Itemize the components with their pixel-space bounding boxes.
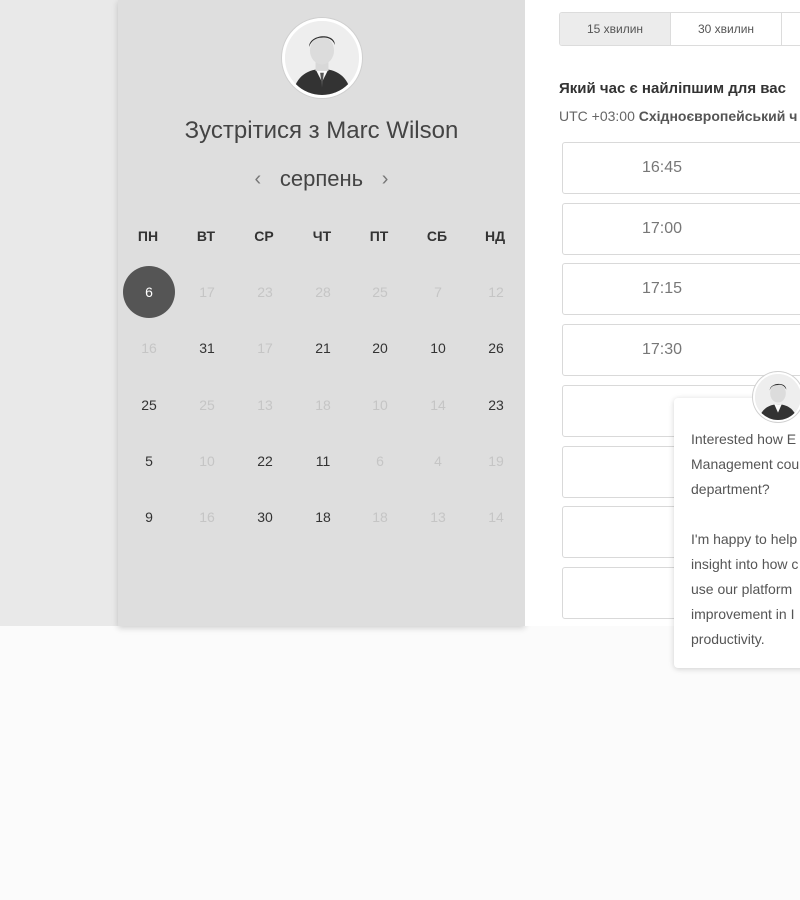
weekday-label: ЧТ	[312, 228, 332, 244]
weekday-label: ПТ	[369, 228, 389, 244]
chat-text-line: I'm happy to help	[691, 531, 798, 547]
timezone-line[interactable]: UTC +03:00 Східноєвропейський ч	[559, 108, 797, 124]
calendar-day: 18	[372, 509, 388, 525]
calendar-day: 14	[488, 509, 504, 525]
calendar-day: 28	[315, 284, 331, 300]
chat-text-line: improvement in I	[691, 606, 795, 622]
calendar-day[interactable]: 31	[181, 322, 233, 374]
tab-15-minutes[interactable]: 15 хвилин	[560, 13, 671, 45]
calendar-day: 7	[434, 284, 442, 300]
calendar-day: 13	[257, 397, 273, 413]
calendar-day: 10	[199, 453, 215, 469]
calendar-day[interactable]: 5	[123, 435, 175, 487]
calendar-day: 18	[315, 397, 331, 413]
weekday-label: СР	[254, 228, 274, 244]
calendar-day[interactable]: 11	[297, 435, 349, 487]
calendar-panel: Зустрітися з Marc Wilson ‹ серпень › ПН …	[118, 0, 525, 626]
duration-tabs: 15 хвилин 30 хвилин	[559, 12, 800, 46]
chat-text-line: department?	[691, 481, 770, 497]
time-slot-button[interactable]: 17:30	[562, 324, 800, 377]
chat-text-line: Management cou	[691, 456, 800, 472]
weekday-label: ВТ	[196, 228, 216, 244]
calendar-day[interactable]: 21	[297, 322, 349, 374]
calendar-day[interactable]: 26	[470, 322, 522, 374]
chat-message-card[interactable]: Interested how E Management cou departme…	[674, 398, 800, 668]
person-avatar-icon	[282, 18, 362, 98]
calendar-day[interactable]: 30	[239, 491, 291, 543]
time-question-heading: Який час є найліпшим для вас	[559, 80, 786, 97]
weekday-label: ПН	[137, 228, 159, 244]
calendar-day: 17	[257, 340, 273, 356]
weekday-label: НД	[484, 228, 506, 244]
chevron-right-icon[interactable]: ›	[377, 167, 393, 191]
calendar-day[interactable]: 23	[470, 379, 522, 431]
calendar-day: 4	[434, 453, 442, 469]
timezone-offset: UTC +03:00	[559, 108, 635, 124]
page-background-left	[0, 0, 118, 626]
weekday-label: СБ	[426, 228, 448, 244]
calendar-day: 13	[430, 509, 446, 525]
meeting-title: Зустрітися з Marc Wilson	[184, 117, 459, 144]
calendar-day: 10	[372, 397, 388, 413]
calendar-day: 19	[488, 453, 504, 469]
month-navigation: ‹ серпень ›	[118, 166, 525, 192]
chat-text-line: use our platform	[691, 581, 793, 597]
chat-text-line: productivity.	[691, 631, 765, 647]
chat-paragraph-gap	[691, 502, 800, 527]
chat-avatar-icon[interactable]	[753, 372, 800, 422]
calendar-day: 16	[141, 340, 157, 356]
calendar-day: 23	[257, 284, 273, 300]
calendar-day: 25	[372, 284, 388, 300]
chat-text-line: Interested how E	[691, 431, 797, 447]
timezone-name: Східноєвропейський ч	[638, 108, 798, 124]
time-slot-button[interactable]: 17:00	[562, 202, 800, 255]
calendar-day[interactable]: 25	[123, 379, 175, 431]
calendar-day-selected[interactable]: 6	[123, 266, 175, 318]
chevron-left-icon[interactable]: ‹	[250, 167, 266, 191]
calendar-day: 14	[430, 397, 446, 413]
calendar-day[interactable]: 20	[354, 322, 406, 374]
calendar-day[interactable]: 22	[239, 435, 291, 487]
calendar-day: 6	[376, 453, 384, 469]
calendar-day[interactable]: 10	[412, 322, 464, 374]
chat-text-line: insight into how c	[691, 556, 799, 572]
time-slot-button[interactable]: 16:45	[562, 142, 800, 194]
calendar-day[interactable]: 18	[297, 491, 349, 543]
month-label: серпень	[279, 166, 364, 191]
tab-30-minutes[interactable]: 30 хвилин	[671, 13, 782, 45]
calendar-day: 12	[488, 284, 504, 300]
calendar-day: 16	[199, 509, 215, 525]
tab-more-durations[interactable]	[782, 13, 800, 45]
calendar-day: 17	[199, 284, 215, 300]
calendar-day[interactable]: 9	[123, 491, 175, 543]
weekday-header: ПН ВТ СР ЧТ ПТ СБ НД	[118, 228, 525, 248]
calendar-day: 25	[199, 397, 215, 413]
time-slot-button[interactable]: 17:15	[562, 263, 800, 316]
